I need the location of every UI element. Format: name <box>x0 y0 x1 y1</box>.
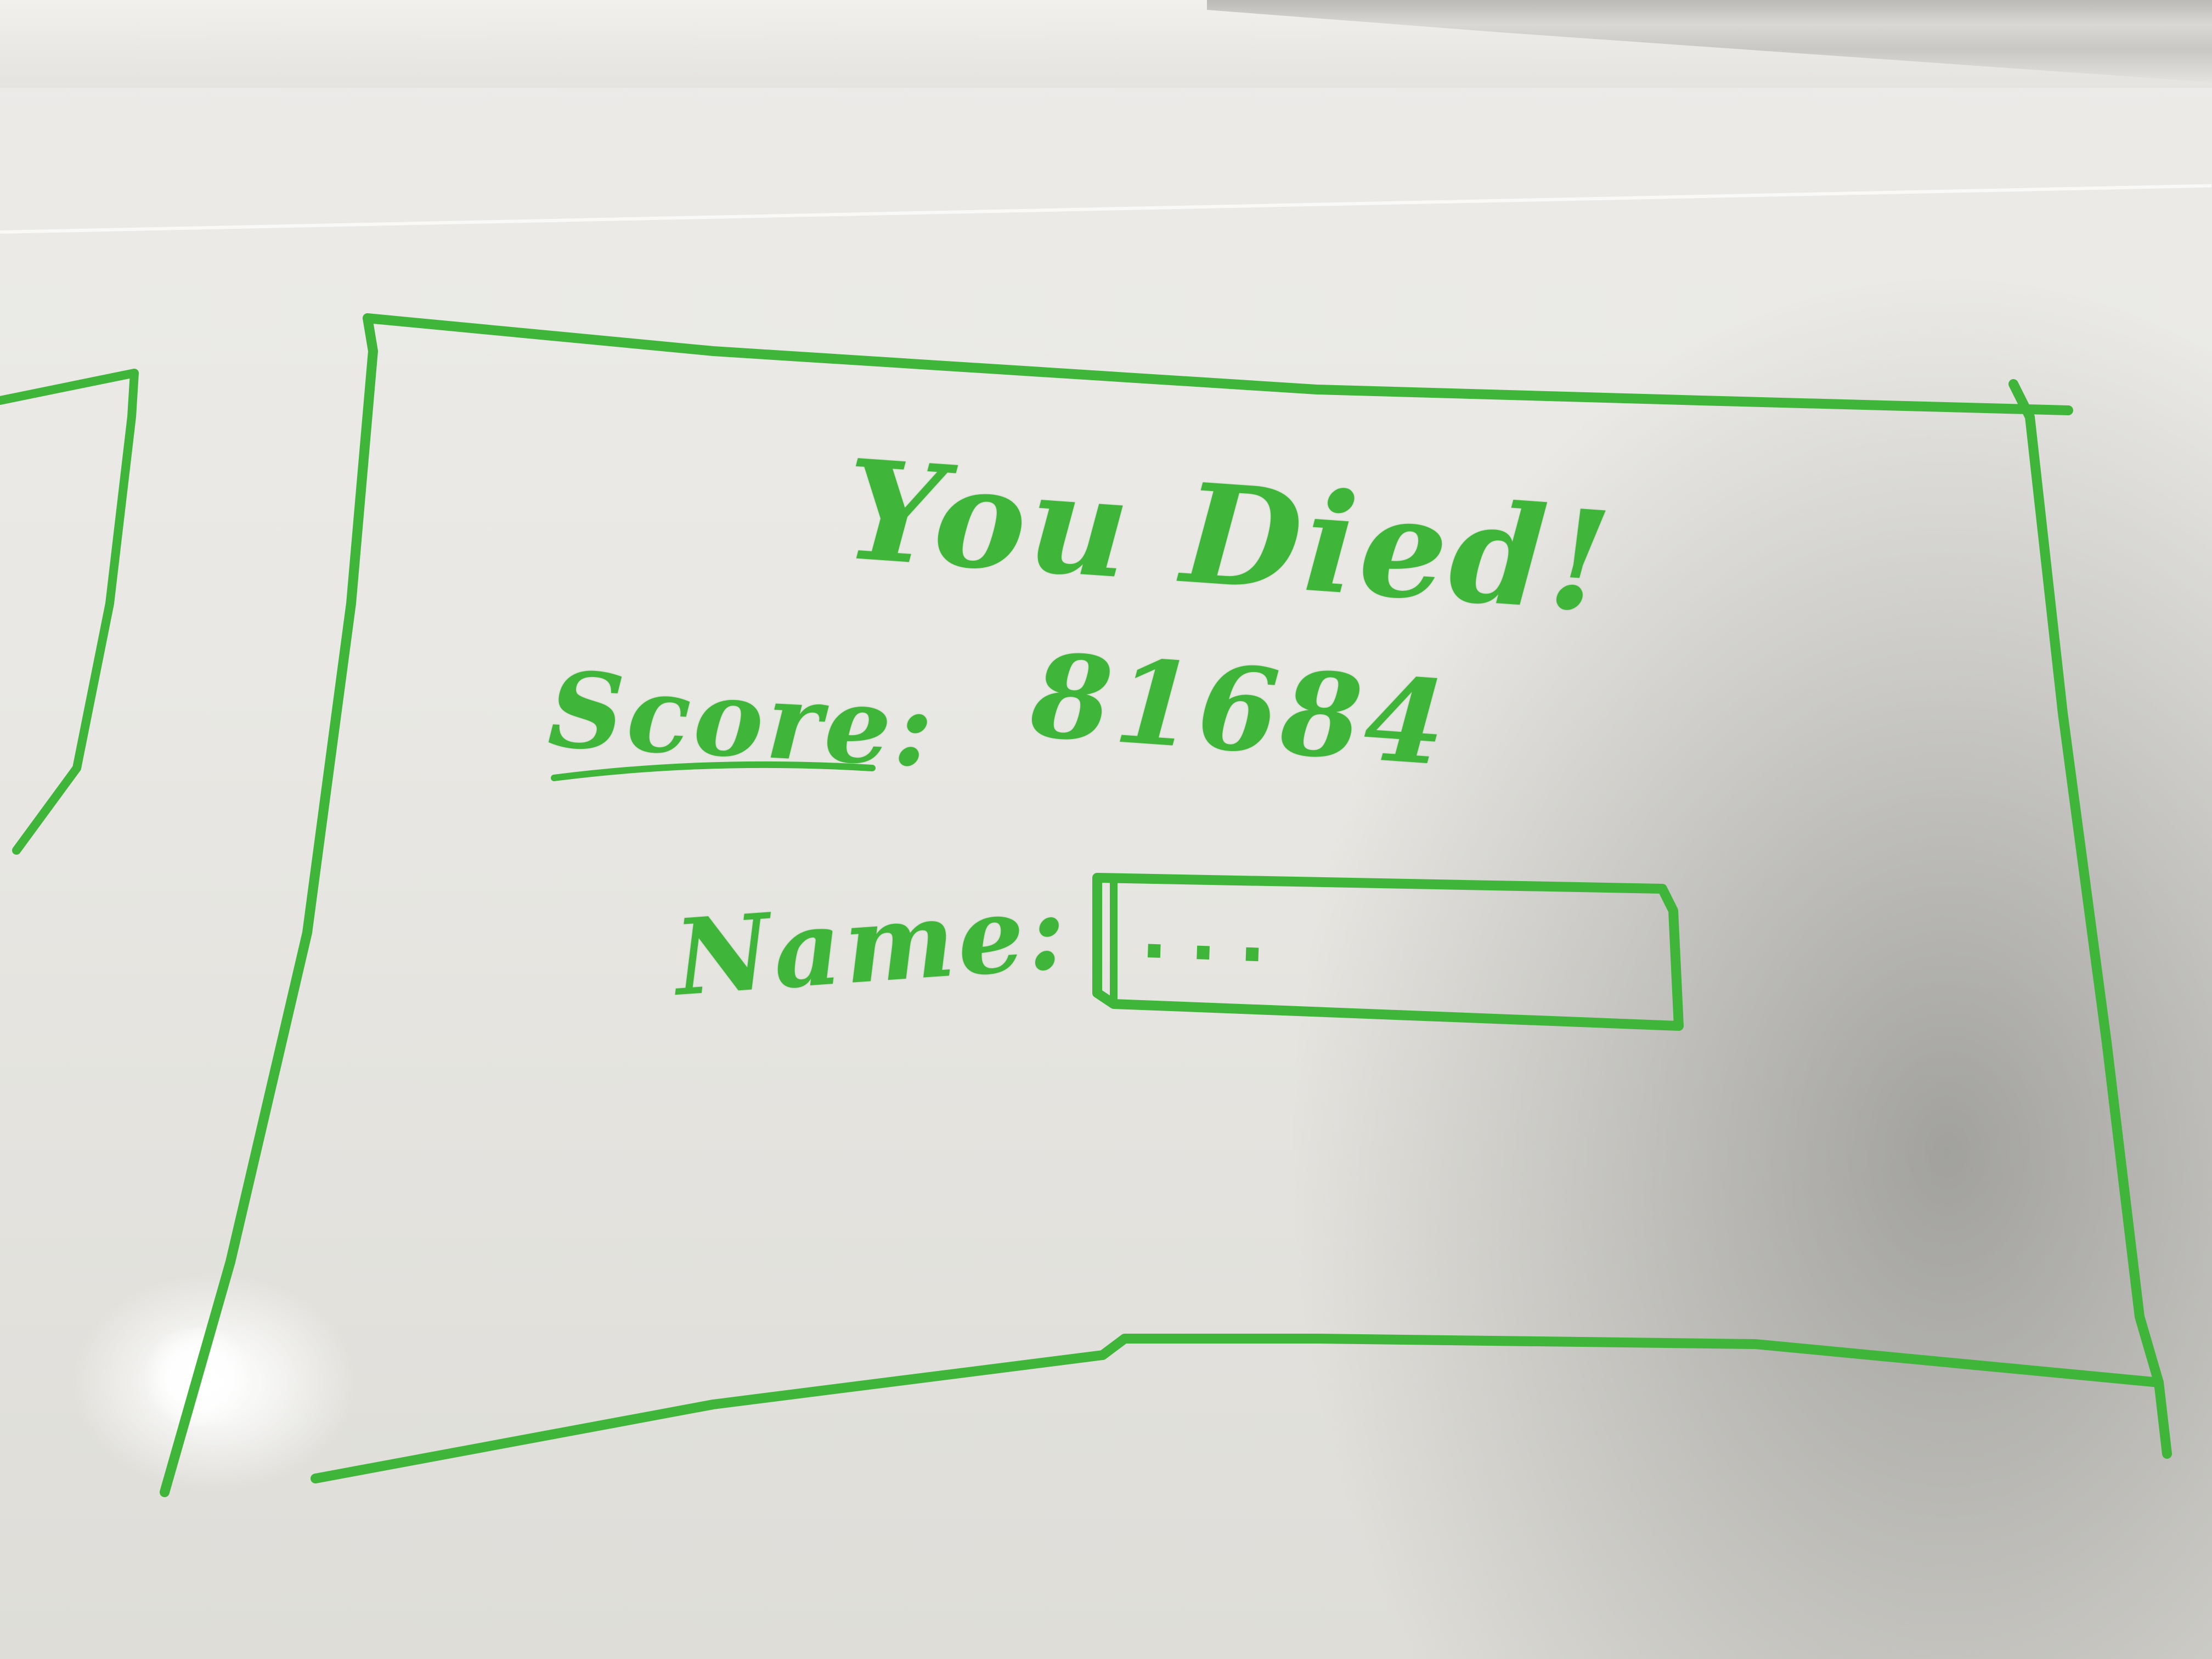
name-input[interactable] <box>1095 867 1670 1014</box>
screen-frame-right <box>2008 379 2172 1459</box>
neighbor-screen-outline <box>0 369 139 855</box>
screen-frame-bottom <box>311 1334 2164 1483</box>
wireframe-sketch <box>0 313 2172 1497</box>
score-label: Score: <box>545 648 940 791</box>
screen-frame-left <box>160 313 378 1497</box>
screen-frame-top <box>363 313 2073 415</box>
whiteboard: You Died! Score: 81684 Name: <box>0 0 2212 1659</box>
score-value: 81684 <box>1027 627 1453 792</box>
